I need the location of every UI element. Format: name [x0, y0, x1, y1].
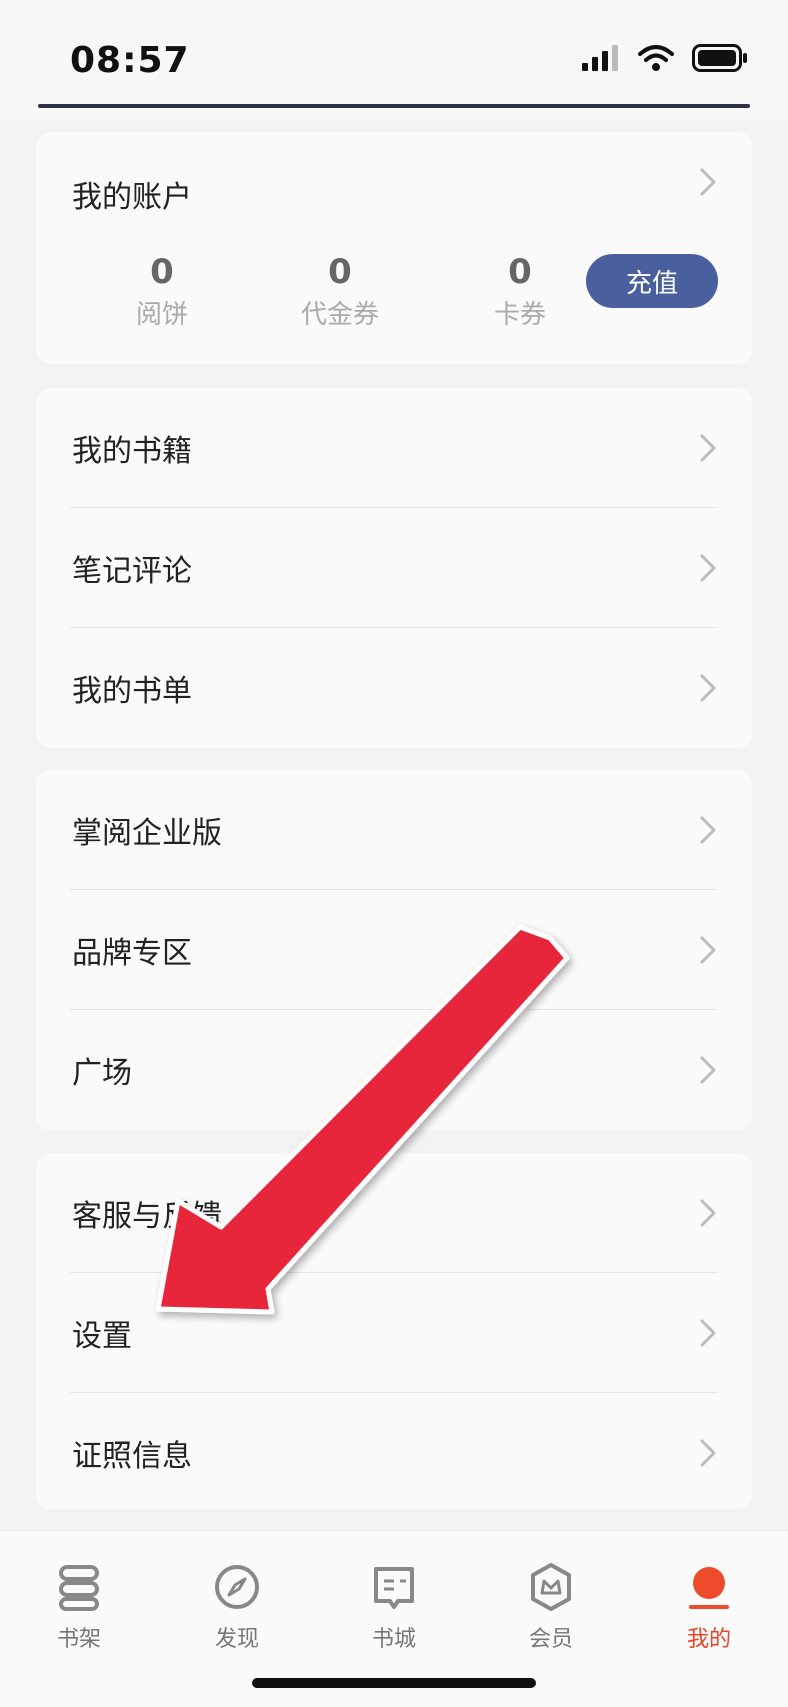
- menu-item-label: 广场: [72, 1056, 132, 1091]
- tab-me[interactable]: 我的: [654, 1561, 764, 1653]
- chevron-right-icon: [700, 1199, 716, 1227]
- chevron-right-icon: [700, 816, 716, 844]
- stat-value: 0: [150, 252, 174, 292]
- stat-label: 卡券: [493, 300, 546, 330]
- section-services: 掌阅企业版 品牌专区 广场: [36, 770, 752, 1130]
- menu-item-label: 笔记评论: [72, 554, 192, 589]
- wifi-icon: [638, 45, 674, 71]
- menu-item-label: 我的书单: [72, 674, 192, 709]
- chevron-right-icon: [700, 674, 716, 702]
- compass-icon: [215, 1565, 259, 1609]
- profile-icon: [689, 1567, 729, 1609]
- stat-yuebing[interactable]: 0 阅饼: [82, 252, 242, 331]
- menu-item-brand-zone[interactable]: 品牌专区: [36, 890, 752, 1010]
- stat-label: 阅饼: [135, 300, 188, 330]
- menu-item-label: 掌阅企业版: [72, 816, 222, 851]
- chevron-right-icon: [700, 1319, 716, 1347]
- battery-icon: [692, 44, 747, 72]
- section-my-content: 我的书籍 笔记评论 我的书单: [36, 388, 752, 748]
- menu-item-enterprise[interactable]: 掌阅企业版: [36, 770, 752, 890]
- stat-card-coupon[interactable]: 0 卡券: [440, 252, 600, 331]
- vip-crown-icon: [531, 1563, 571, 1611]
- account-title: 我的账户: [72, 180, 192, 215]
- status-bar: 08:57: [0, 0, 788, 120]
- book-store-icon: [374, 1567, 414, 1609]
- tab-label: 书城: [371, 1627, 416, 1652]
- recharge-button[interactable]: 充值: [586, 254, 718, 308]
- menu-item-label: 我的书籍: [72, 434, 192, 469]
- chevron-right-icon: [700, 1056, 716, 1084]
- tab-label: 我的: [686, 1627, 731, 1652]
- tab-discover[interactable]: 发现: [182, 1561, 292, 1653]
- menu-item-notes-comments[interactable]: 笔记评论: [36, 508, 752, 628]
- tab-label: 会员: [528, 1627, 573, 1652]
- menu-item-label: 客服与反馈: [72, 1199, 222, 1234]
- tab-bookshelf[interactable]: 书架: [24, 1561, 134, 1653]
- tab-bookstore[interactable]: 书城: [339, 1561, 449, 1653]
- section-support: 客服与反馈 设置 证照信息: [36, 1153, 752, 1509]
- stat-value: 0: [508, 252, 532, 292]
- menu-item-label: 设置: [72, 1319, 132, 1354]
- header-bottom-edge: [38, 104, 750, 108]
- tab-vip[interactable]: 会员: [496, 1561, 606, 1653]
- tab-label: 发现: [214, 1627, 259, 1652]
- stat-value: 0: [328, 252, 352, 292]
- home-indicator: [252, 1678, 536, 1688]
- menu-item-my-booklists[interactable]: 我的书单: [36, 628, 752, 748]
- menu-item-license-info[interactable]: 证照信息: [36, 1393, 752, 1513]
- menu-item-square[interactable]: 广场: [36, 1010, 752, 1130]
- signal-icon: [582, 45, 618, 71]
- chevron-right-icon: [700, 936, 716, 964]
- account-card[interactable]: 我的账户 0 阅饼 0 代金券 0 卡券 充值: [36, 132, 752, 364]
- menu-item-my-books[interactable]: 我的书籍: [36, 388, 752, 508]
- bookshelf-icon: [59, 1565, 99, 1611]
- menu-item-customer-service[interactable]: 客服与反馈: [36, 1153, 752, 1273]
- stat-label: 代金券: [300, 300, 379, 330]
- chevron-right-icon: [700, 1439, 716, 1467]
- tab-label: 书架: [56, 1627, 101, 1652]
- menu-item-settings[interactable]: 设置: [36, 1273, 752, 1393]
- status-icons: [582, 44, 748, 72]
- menu-item-label: 证照信息: [72, 1439, 192, 1474]
- menu-item-label: 品牌专区: [72, 936, 192, 971]
- chevron-right-icon: [700, 554, 716, 582]
- stat-voucher[interactable]: 0 代金券: [260, 252, 420, 331]
- chevron-right-icon: [700, 168, 716, 196]
- status-time: 08:57: [70, 40, 190, 81]
- chevron-right-icon: [700, 434, 716, 462]
